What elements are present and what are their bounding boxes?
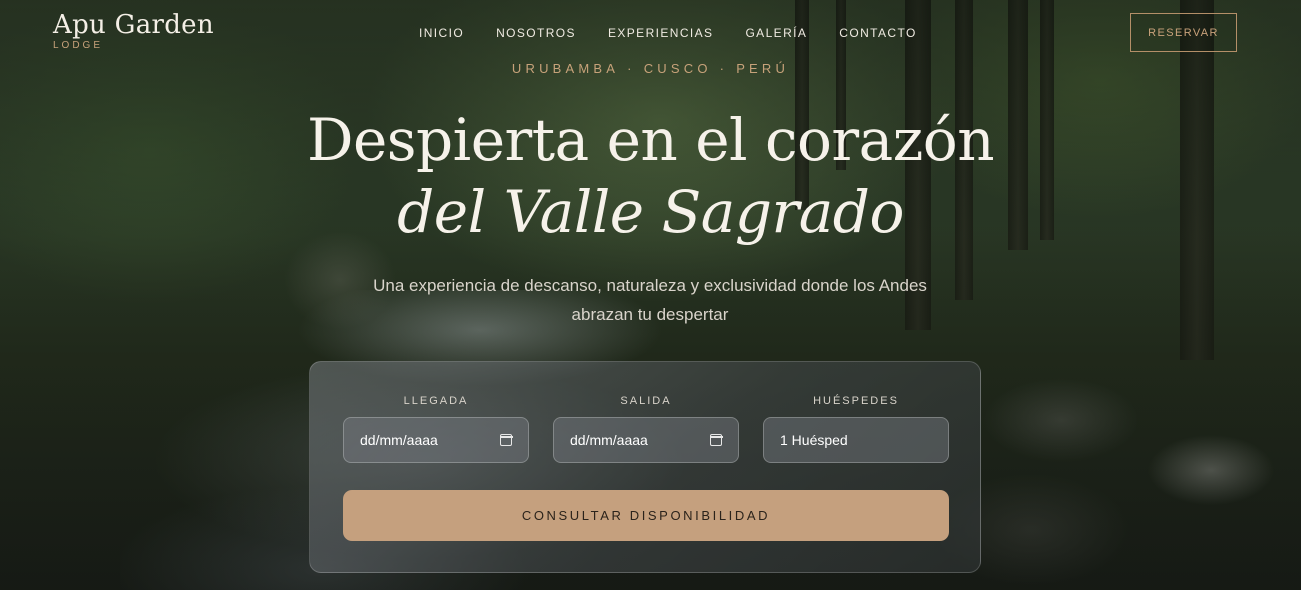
nav-item-contacto[interactable]: CONTACTO [839, 26, 916, 40]
booking-form: LLEGADA dd/mm/aaaa SALIDA dd/mm/aaaa HUÉ… [309, 361, 981, 573]
arrival-date-input[interactable]: dd/mm/aaaa [343, 417, 529, 463]
arrival-label: LLEGADA [403, 395, 469, 407]
departure-label: SALIDA [620, 395, 672, 407]
location-city: URUBAMBA [511, 61, 620, 76]
check-availability-button[interactable]: CONSULTAR DISPONIBILIDAD [343, 490, 949, 541]
guests-label: HUÉSPEDES [813, 395, 899, 407]
guests-field: HUÉSPEDES 1 Huésped [763, 395, 949, 463]
nav-item-galeria[interactable]: GALERÍA [745, 26, 807, 40]
hero-subtitle: Una experiencia de descanso, naturaleza … [373, 276, 927, 324]
location-region: CUSCO [643, 61, 712, 76]
arrival-date-value: dd/mm/aaaa [360, 432, 438, 448]
hero-title-line2: del Valle Sagrado [397, 178, 904, 246]
guests-value: 1 Huésped [780, 432, 848, 448]
nav-item-experiencias[interactable]: EXPERIENCIAS [608, 26, 714, 40]
main-nav: INICIO NOSOTROS EXPERIENCIAS GALERÍA CON… [419, 26, 917, 40]
brand-logo[interactable]: Apu Garden LODGE [53, 10, 214, 51]
arrival-field: LLEGADA dd/mm/aaaa [343, 395, 529, 463]
location-tagline: URUBAMBA · CUSCO · PERÚ [0, 61, 1301, 76]
hero-title-line1: Despierta en el corazón [306, 106, 995, 174]
brand-subtitle: LODGE [53, 40, 104, 51]
calendar-icon[interactable] [709, 434, 723, 446]
departure-date-value: dd/mm/aaaa [570, 432, 648, 448]
location-country: PERÚ [736, 61, 790, 76]
calendar-icon[interactable] [499, 434, 513, 446]
nav-item-nosotros[interactable]: NOSOTROS [496, 26, 576, 40]
location-separator: · [627, 61, 636, 76]
nav-item-inicio[interactable]: INICIO [419, 26, 464, 40]
departure-date-input[interactable]: dd/mm/aaaa [553, 417, 739, 463]
reserve-button[interactable]: RESERVAR [1130, 13, 1237, 52]
brand-name: Apu Garden [53, 10, 214, 40]
departure-field: SALIDA dd/mm/aaaa [553, 395, 739, 463]
hero-title: Despierta en el corazón del Valle Sagrad… [0, 104, 1301, 248]
location-separator: · [719, 61, 729, 76]
guests-select[interactable]: 1 Huésped [763, 417, 949, 463]
